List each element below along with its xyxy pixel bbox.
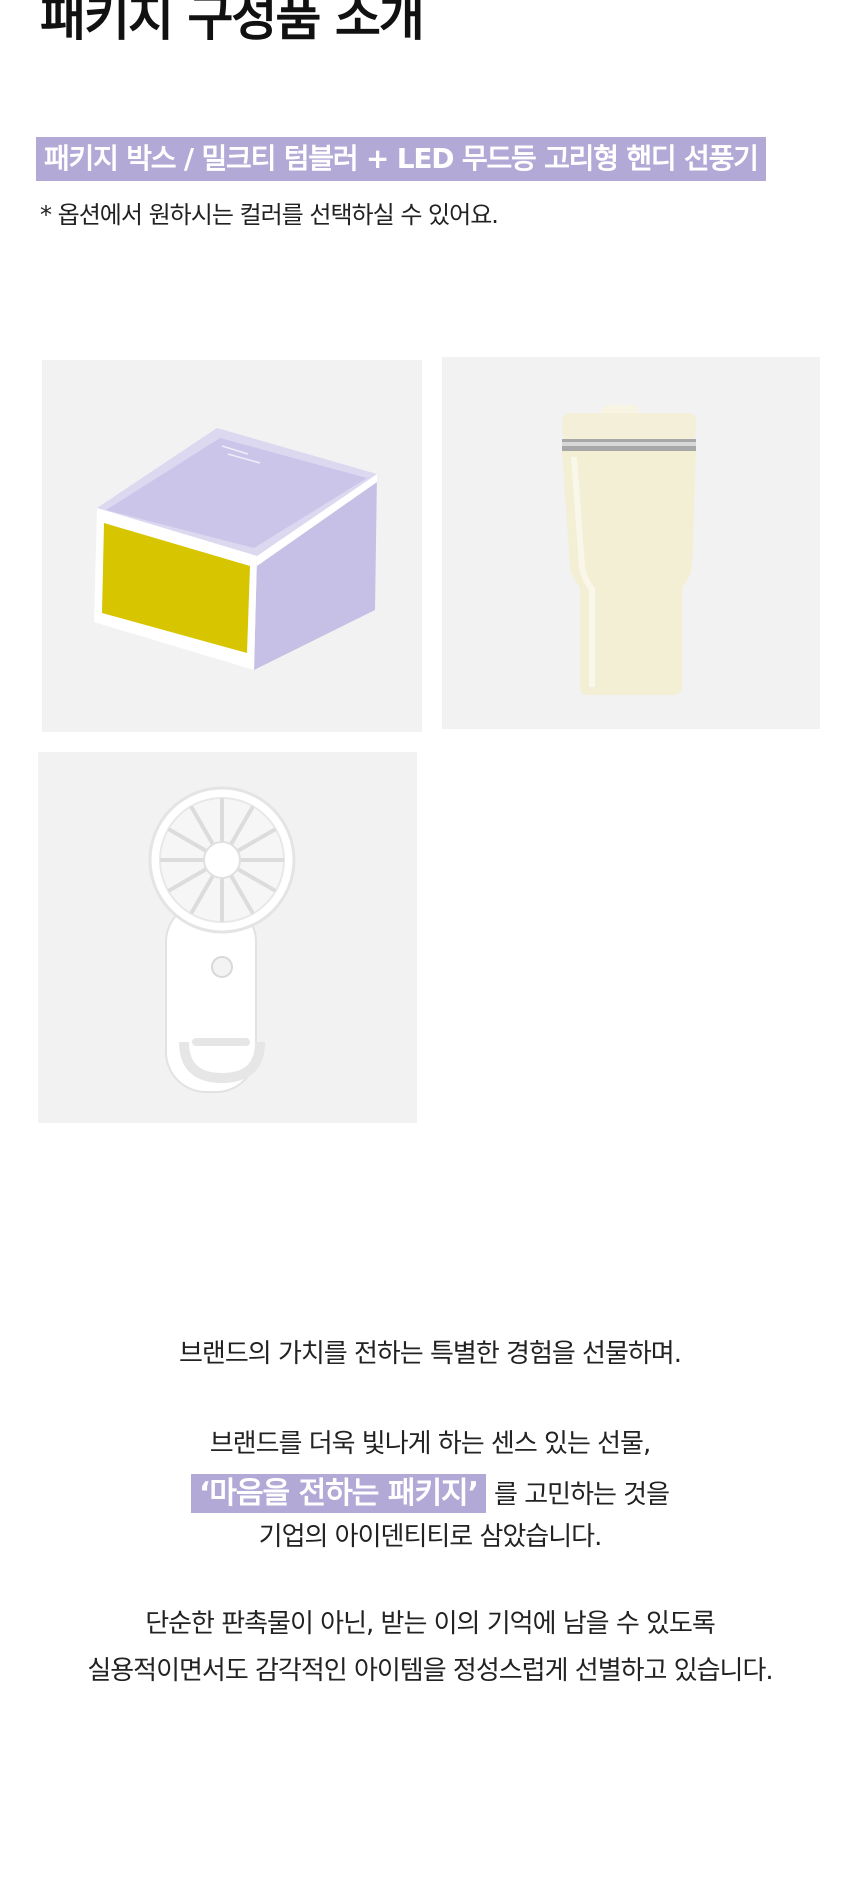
color-option-note: * 옵션에서 원하시는 컬러를 선택하실 수 있어요. <box>40 201 499 229</box>
package-contents-highlight: 패키지 박스 / 밀크티 텀블러 + LED 무드등 고리형 핸디 선풍기 <box>36 137 766 181</box>
brand-copy-line: 브랜드를 더욱 빛나게 하는 센스 있는 선물, <box>209 1429 652 1459</box>
tumbler-illustration <box>562 405 696 695</box>
package-box-illustration <box>94 428 377 670</box>
brand-copy-line: 기업의 아이덴티티로 삼았습니다. <box>258 1522 603 1552</box>
page-title: 패키지 구성품 소개 <box>40 0 425 47</box>
brand-copy-text: 를 고민하는 것을 <box>494 1480 670 1510</box>
fan-illustration <box>148 786 296 1093</box>
milk-tea-tumbler-image <box>442 357 820 729</box>
brand-copy-line: 브랜드의 가치를 전하는 특별한 경험을 선물하며. <box>179 1339 682 1369</box>
handy-fan-image <box>38 752 417 1123</box>
brand-copy-line: 실용적이면서도 감각적인 아이템을 정성스럽게 선별하고 있습니다. <box>87 1656 773 1686</box>
brand-copy-line: ‘마음을 전하는 패키지’ 를 고민하는 것을 <box>0 1468 860 1513</box>
package-box-image <box>42 360 422 732</box>
package-highlight-phrase: ‘마음을 전하는 패키지’ <box>190 1474 487 1513</box>
brand-copy-line: 단순한 판촉물이 아닌, 받는 이의 기억에 남을 수 있도록 <box>145 1609 716 1639</box>
